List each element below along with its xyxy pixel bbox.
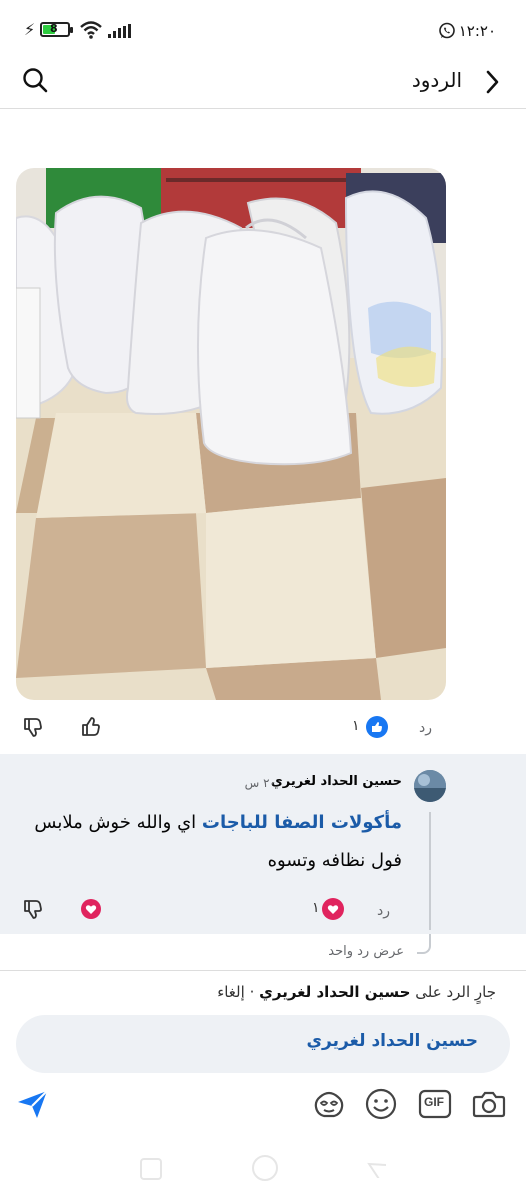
status-time: ١٢:٢٠ (458, 22, 496, 40)
battery-icon: 8 (40, 22, 73, 37)
nav-home-button[interactable] (252, 1155, 278, 1181)
thread-line (429, 812, 431, 930)
comment-time: ٢٠ س (244, 776, 276, 790)
post-actions-row: ١ رد (0, 710, 526, 746)
camera-icon[interactable] (472, 1088, 506, 1120)
thread-hook (417, 934, 431, 954)
view-replies-link[interactable]: عرض رد واحد (328, 944, 404, 959)
dislike-icon[interactable] (22, 716, 44, 738)
replying-to-bar: جارٍ الرد على حسين الحداد لغريري · إلغاء (217, 983, 496, 1001)
app-header: الردود (0, 56, 526, 109)
replying-name: حسين الحداد لغريري (259, 983, 411, 1001)
battery-level: 8 (50, 22, 58, 35)
comment-item: حسين الحداد لغريري ٢٠ س مأكولات الصفا لل… (0, 754, 526, 934)
avatar[interactable] (414, 770, 446, 802)
send-icon[interactable] (16, 1088, 50, 1120)
nav-recents-button[interactable] (140, 1158, 162, 1180)
charging-bolt-icon: ⚡ (24, 20, 36, 39)
heart-reaction-badge-icon[interactable] (322, 898, 344, 920)
post-reaction-count: ١ (352, 718, 360, 734)
replying-separator: · (244, 983, 260, 1001)
like-icon[interactable] (80, 716, 102, 738)
cancel-reply-link[interactable]: إلغاء (217, 983, 245, 1001)
replying-prefix: جارٍ الرد على (410, 983, 496, 1001)
comment-heart-react-icon[interactable] (80, 898, 102, 920)
comment-mention[interactable]: مأكولات الصفا للباجات (202, 812, 402, 833)
avatar-sticker-icon[interactable] (312, 1088, 346, 1120)
back-chevron-icon[interactable] (482, 68, 502, 96)
post-image[interactable] (16, 168, 446, 700)
comment-reply-link[interactable]: رد (377, 903, 390, 919)
wifi-icon (80, 21, 102, 39)
emoji-icon[interactable] (364, 1087, 398, 1121)
comment-dislike-icon[interactable] (22, 898, 44, 920)
whatsapp-icon (439, 22, 455, 39)
gif-icon[interactable]: GIF (418, 1088, 452, 1120)
post-reply-link[interactable]: رد (419, 720, 432, 736)
comment-text: مأكولات الصفا للباجات اي والله خوش ملابس… (12, 804, 402, 880)
comment-author[interactable]: حسين الحداد لغريري (271, 774, 402, 789)
comment-input-value[interactable]: حسين الحداد لغريري (306, 1031, 478, 1051)
comment-input[interactable]: حسين الحداد لغريري (16, 1015, 510, 1073)
nav-back-icon[interactable] (366, 1158, 386, 1178)
search-icon[interactable] (22, 67, 48, 93)
like-reaction-badge-icon[interactable] (366, 716, 388, 738)
status-bar: ⚡ 8 ١٢:٢٠ (0, 0, 526, 56)
page-title: الردود (411, 68, 462, 92)
signal-icon (108, 24, 131, 38)
comment-reaction-count: ١ (312, 900, 320, 916)
divider (0, 970, 526, 971)
gif-label: GIF (424, 1095, 444, 1109)
